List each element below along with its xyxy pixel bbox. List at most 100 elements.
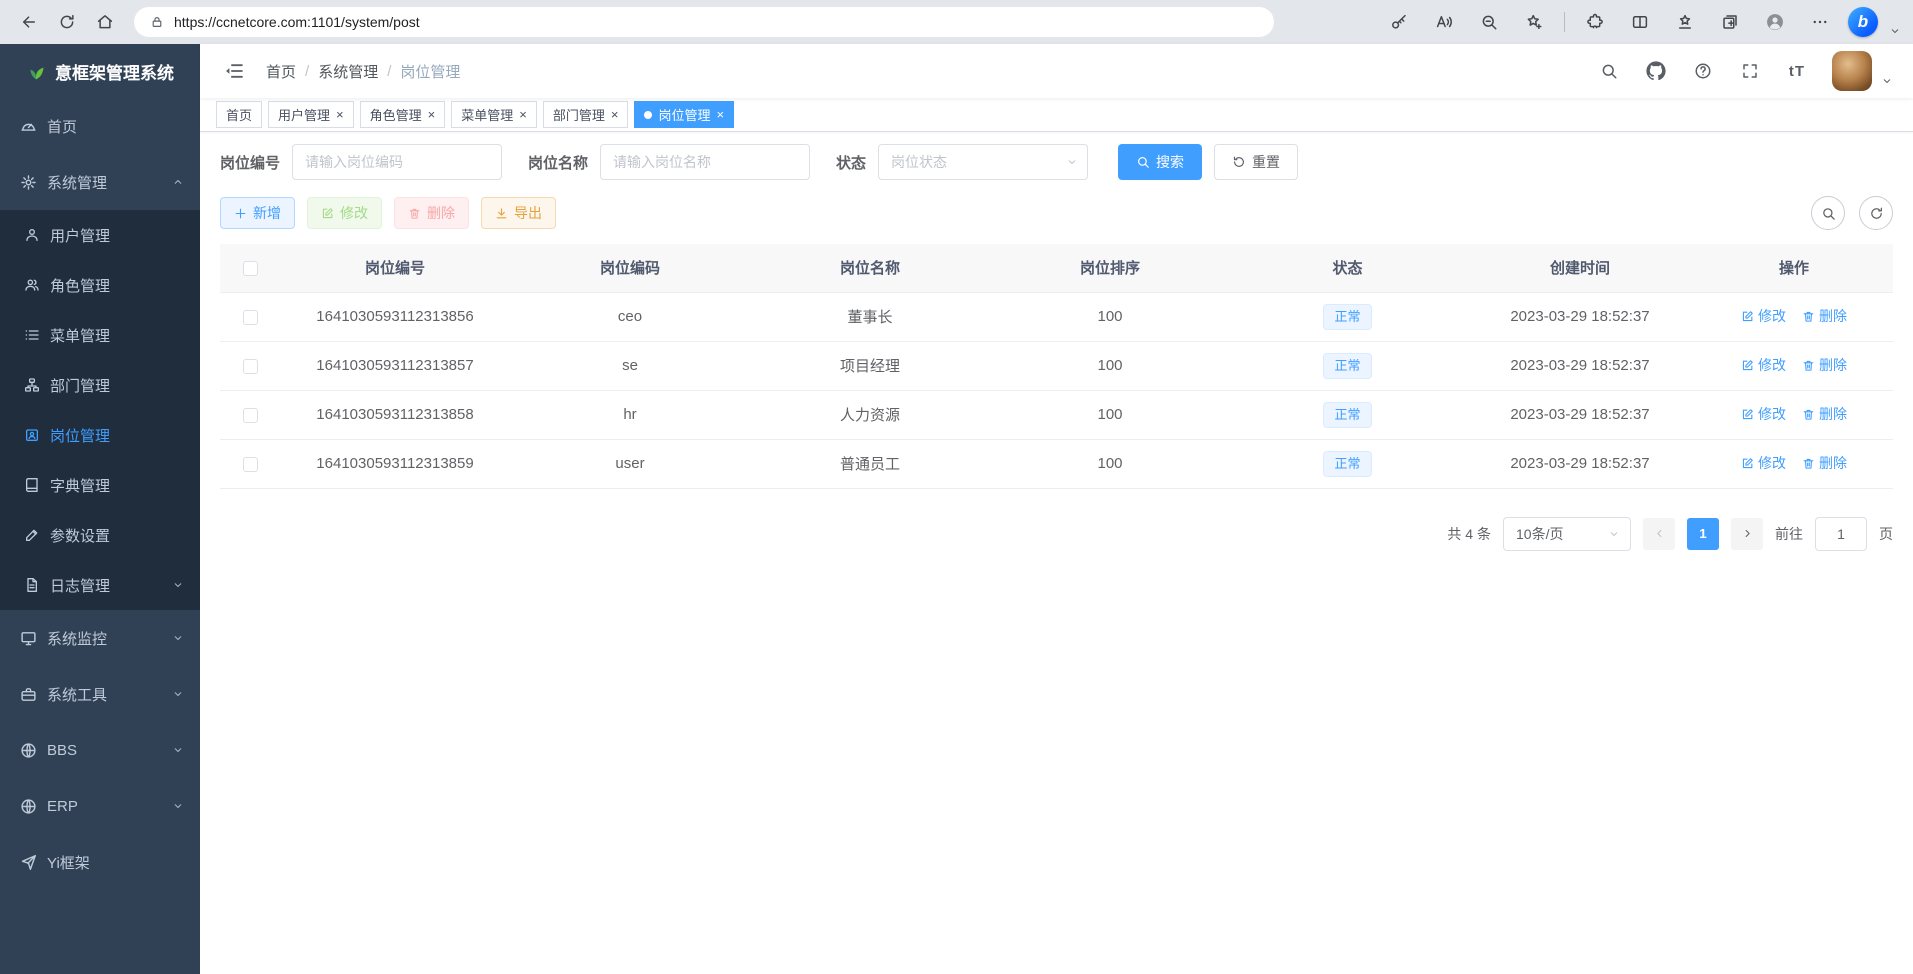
sidebar-collapse-button[interactable] (216, 53, 252, 89)
sidebar-item-bbs[interactable]: BBS (0, 722, 200, 778)
cell-post-id: 1641030593112313856 (280, 292, 510, 341)
collections-button[interactable] (1713, 5, 1747, 39)
column-header: 状态 (1230, 244, 1465, 292)
row-edit-link[interactable]: 修改 (1741, 306, 1786, 326)
fullscreen-button[interactable] (1738, 59, 1762, 83)
chevron-down-icon[interactable] (1889, 25, 1901, 37)
row-delete-link[interactable]: 删除 (1802, 355, 1847, 375)
close-icon[interactable]: × (611, 108, 619, 121)
sidebar-item-home[interactable]: 首页 (0, 98, 200, 154)
page-number-button[interactable]: 1 (1687, 518, 1719, 550)
row-delete-link[interactable]: 删除 (1802, 306, 1847, 326)
row-delete-link[interactable]: 删除 (1802, 453, 1847, 473)
leaf-logo-icon (26, 61, 46, 81)
github-icon (1646, 61, 1666, 81)
tab-role-management[interactable]: 角色管理 × (360, 101, 446, 128)
password-key-button[interactable] (1382, 5, 1416, 39)
sidebar-item-system-tools[interactable]: 系统工具 (0, 666, 200, 722)
system-management-submenu: 用户管理 角色管理 菜单管理 部门管理 (0, 210, 200, 610)
favorites-button[interactable] (1668, 5, 1702, 39)
close-icon[interactable]: × (428, 108, 436, 121)
status-select[interactable] (878, 144, 1088, 180)
refresh-icon (1869, 206, 1884, 221)
row-checkbox[interactable] (243, 359, 258, 374)
export-button[interactable]: 导出 (481, 197, 556, 229)
sidebar-item-param-settings[interactable]: 参数设置 (0, 510, 200, 560)
tab-post-management[interactable]: 岗位管理 × (634, 101, 734, 128)
reset-button[interactable]: 重置 (1214, 144, 1298, 180)
sidebar-item-post-management[interactable]: 岗位管理 (0, 410, 200, 460)
add-button[interactable]: 新增 (220, 197, 295, 229)
browser-back-button[interactable] (12, 5, 46, 39)
browser-profile-button[interactable] (1758, 5, 1792, 39)
read-aloud-button[interactable] (1427, 5, 1461, 39)
row-edit-link[interactable]: 修改 (1741, 453, 1786, 473)
page-size-select[interactable]: 10条/页 (1503, 517, 1631, 551)
goto-page-input[interactable] (1815, 517, 1867, 551)
post-code-input[interactable] (292, 144, 502, 180)
sidebar-item-yi-framework[interactable]: Yi框架 (0, 834, 200, 890)
tab-menu-management[interactable]: 菜单管理 × (451, 101, 537, 128)
select-all-checkbox[interactable] (243, 261, 258, 276)
browser-menu-button[interactable] (1803, 5, 1837, 39)
github-link-button[interactable] (1644, 59, 1668, 83)
row-checkbox[interactable] (243, 457, 258, 472)
font-size-button[interactable]: tT (1785, 59, 1809, 83)
close-icon[interactable]: × (716, 108, 724, 121)
address-bar[interactable]: https://ccnetcore.com:1101/system/post (134, 7, 1274, 37)
table-row[interactable]: 1641030593112313856 ceo 董事长 100 正常 2023-… (220, 292, 1893, 341)
bing-discover-button[interactable]: b (1848, 7, 1878, 37)
tab-home[interactable]: 首页 (216, 101, 262, 128)
breadcrumb-home[interactable]: 首页 (266, 61, 296, 82)
cell-post-code: se (510, 341, 750, 390)
browser-refresh-button[interactable] (50, 5, 84, 39)
delete-button[interactable]: 删除 (394, 197, 469, 229)
table-row[interactable]: 1641030593112313858 hr 人力资源 100 正常 2023-… (220, 390, 1893, 439)
next-page-button[interactable] (1731, 518, 1763, 550)
row-checkbox[interactable] (243, 408, 258, 423)
table-row[interactable]: 1641030593112313857 se 项目经理 100 正常 2023-… (220, 341, 1893, 390)
tab-dept-management[interactable]: 部门管理 × (543, 101, 629, 128)
edit-button[interactable]: 修改 (307, 197, 382, 229)
table-row[interactable]: 1641030593112313859 user 普通员工 100 正常 202… (220, 439, 1893, 488)
trash-icon (1802, 310, 1815, 323)
chevron-down-icon (172, 688, 184, 700)
user-avatar[interactable] (1832, 51, 1872, 91)
sidebar-item-system-monitor[interactable]: 系统监控 (0, 610, 200, 666)
split-screen-button[interactable] (1623, 5, 1657, 39)
sidebar-item-menu-management[interactable]: 菜单管理 (0, 310, 200, 360)
extensions-button[interactable] (1578, 5, 1612, 39)
row-edit-link[interactable]: 修改 (1741, 355, 1786, 375)
browser-home-button[interactable] (88, 5, 122, 39)
row-edit-link[interactable]: 修改 (1741, 404, 1786, 424)
sidebar-item-user-management[interactable]: 用户管理 (0, 210, 200, 260)
status-select-input[interactable] (878, 144, 1088, 180)
toggle-search-button[interactable] (1811, 196, 1845, 230)
sidebar-item-log-management[interactable]: 日志管理 (0, 560, 200, 610)
chevron-down-icon (172, 800, 184, 812)
post-name-input[interactable] (600, 144, 810, 180)
zoom-button[interactable] (1472, 5, 1506, 39)
breadcrumb-system[interactable]: 系统管理 (318, 61, 378, 82)
sidebar-item-dict-management[interactable]: 字典管理 (0, 460, 200, 510)
collections-icon (1721, 13, 1739, 31)
header-search-button[interactable] (1597, 59, 1621, 83)
cell-post-id: 1641030593112313859 (280, 439, 510, 488)
sidebar-item-erp[interactable]: ERP (0, 778, 200, 834)
refresh-table-button[interactable] (1859, 196, 1893, 230)
prev-page-button[interactable] (1643, 518, 1675, 550)
sidebar-item-role-management[interactable]: 角色管理 (0, 260, 200, 310)
row-delete-link[interactable]: 删除 (1802, 404, 1847, 424)
gear-icon (20, 174, 37, 191)
sidebar-item-system-management[interactable]: 系统管理 (0, 154, 200, 210)
close-icon[interactable]: × (519, 108, 527, 121)
tab-user-management[interactable]: 用户管理 × (268, 101, 354, 128)
sidebar-item-dept-management[interactable]: 部门管理 (0, 360, 200, 410)
help-button[interactable] (1691, 59, 1715, 83)
row-checkbox[interactable] (243, 310, 258, 325)
chevron-down-icon[interactable] (1881, 75, 1893, 87)
search-button[interactable]: 搜索 (1118, 144, 1202, 180)
goto-unit-label: 页 (1879, 524, 1893, 544)
add-favorite-button[interactable] (1517, 5, 1551, 39)
close-icon[interactable]: × (336, 108, 344, 121)
